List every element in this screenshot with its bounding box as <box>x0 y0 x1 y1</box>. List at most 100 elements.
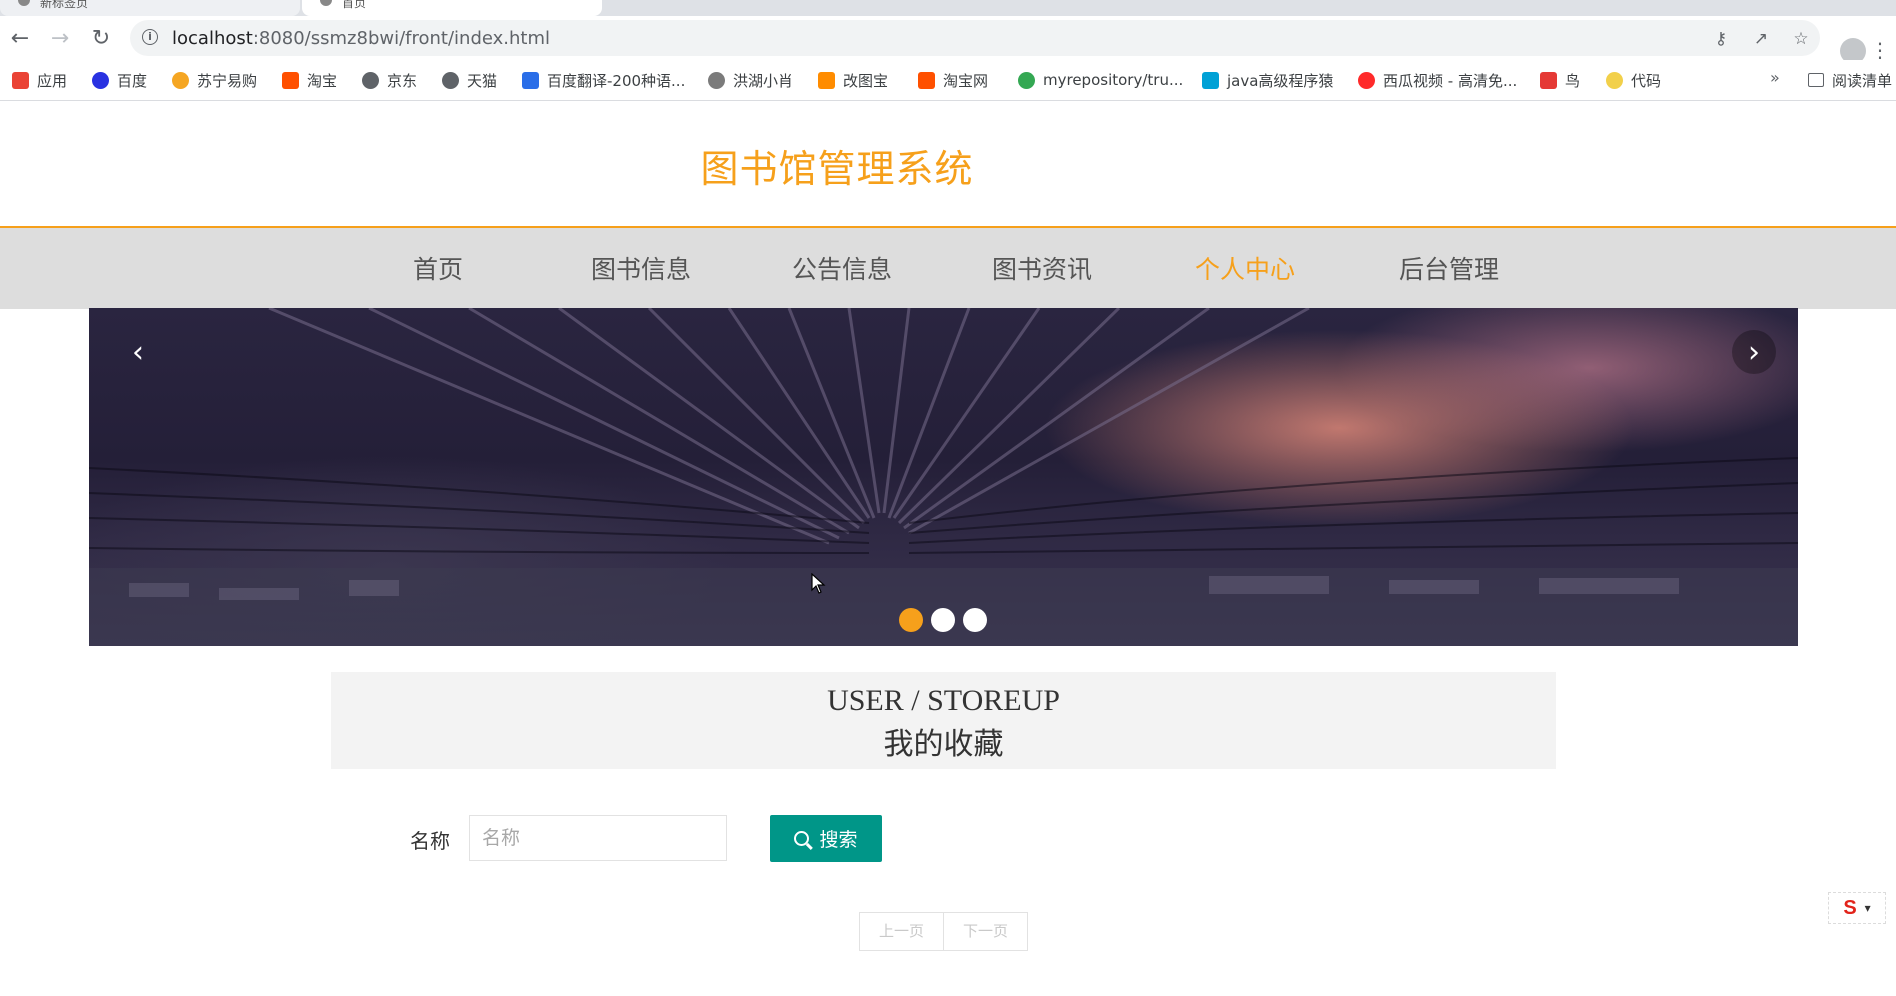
nav-item-personal-center[interactable]: 个人中心 <box>1195 250 1295 286</box>
key-icon[interactable]: ⚷ <box>1708 26 1734 52</box>
carousel-prev-button[interactable]: ‹ <box>116 330 160 374</box>
carousel-banner[interactable]: ‹ › <box>89 308 1798 646</box>
suning-lion-icon <box>172 71 189 89</box>
translate-icon <box>522 71 539 89</box>
browser-tab-strip: 新标签页 首页 <box>0 0 1896 16</box>
gaitubao-icon <box>818 71 835 89</box>
bookmark-item[interactable]: java高级程序猿 <box>1202 68 1333 92</box>
site-title-text: 图书馆管理系统 <box>700 147 974 191</box>
tab-favicon-icon <box>18 0 30 6</box>
bookmark-item[interactable]: 百度 <box>92 68 147 92</box>
bookmark-item[interactable]: 淘宝 <box>282 68 337 92</box>
bookmark-item[interactable]: 京东 <box>362 68 417 92</box>
browser-menu-icon[interactable]: ⋮ <box>1870 38 1890 62</box>
tab-title: 首页 <box>342 0 367 10</box>
bookmark-item[interactable]: 鸟 <box>1540 68 1580 92</box>
nav-item-notices[interactable]: 公告信息 <box>792 250 892 286</box>
section-header: USER / STOREUP 我的收藏 <box>331 672 1556 769</box>
reload-icon[interactable]: ↻ <box>85 22 117 54</box>
browser-toolbar: ← → ↻ i localhost:8080/ssmz8bwi/front/in… <box>0 16 1896 64</box>
bookmark-item[interactable]: 西瓜视频 - 高清免... <box>1358 68 1517 92</box>
bookmark-item[interactable]: 苏宁易购 <box>172 68 257 92</box>
carousel-indicators <box>899 608 987 632</box>
site-info-icon[interactable]: i <box>142 29 158 45</box>
share-icon[interactable]: ↗ <box>1748 26 1774 52</box>
forward-arrow-icon[interactable]: → <box>44 22 76 54</box>
tab-title: 新标签页 <box>40 0 89 10</box>
bookmark-label: 代码 <box>1631 71 1662 90</box>
bookmark-item[interactable]: 淘宝网 <box>918 68 988 92</box>
taobao-icon <box>918 71 935 89</box>
section-title-en: USER / STOREUP <box>827 684 1060 717</box>
site-title: 图书馆管理系统 <box>0 138 1896 193</box>
pagination: 上一页 下一页 <box>859 912 1028 951</box>
bookmark-label: 西瓜视频 - 高清免... <box>1383 71 1518 90</box>
address-bar[interactable]: i localhost:8080/ssmz8bwi/front/index.ht… <box>130 20 1820 56</box>
search-icon <box>794 831 810 846</box>
code-icon <box>1606 71 1623 89</box>
bookmark-label: 改图宝 <box>843 71 889 90</box>
bookmark-label: 百度翻译-200种语... <box>547 71 686 90</box>
reading-list-label: 阅读清单 <box>1832 71 1893 90</box>
bookmark-label: 应用 <box>37 71 68 90</box>
reading-list-icon <box>1808 73 1824 87</box>
globe-icon <box>362 71 379 89</box>
widget-chevron-icon: ▾ <box>1864 901 1871 915</box>
nav-item-home[interactable]: 首页 <box>413 250 463 286</box>
bookmarks-bar: 应用 百度 苏宁易购 淘宝 京东 天猫 百度翻译-200种语... 洪湖小肖 改… <box>0 60 1896 101</box>
bookmark-item[interactable]: 百度翻译-200种语... <box>522 68 685 92</box>
bookmark-label: 洪湖小肖 <box>733 71 794 90</box>
name-search-input[interactable] <box>469 815 727 861</box>
bee-icon <box>708 71 725 89</box>
bookmark-label: 淘宝 <box>307 71 338 90</box>
section-title-cn: 我的收藏 <box>883 727 1004 762</box>
carousel-dot[interactable] <box>899 608 923 632</box>
carousel-dot[interactable] <box>963 608 987 632</box>
nav-item-admin[interactable]: 后台管理 <box>1399 250 1499 286</box>
bookmark-label: 京东 <box>387 71 418 90</box>
open-book-image <box>89 308 1798 646</box>
url-host: localhost <box>172 28 253 49</box>
search-label: 名称 <box>410 829 450 853</box>
search-button[interactable]: 搜索 <box>770 815 882 862</box>
url-text[interactable]: localhost:8080/ssmz8bwi/front/index.html <box>172 28 550 49</box>
apps-grid-icon <box>12 71 29 89</box>
bookmark-label: 淘宝网 <box>943 71 989 90</box>
bookmark-label: 天猫 <box>467 71 498 90</box>
chrome-icon <box>1018 71 1035 89</box>
bookmark-item[interactable]: 天猫 <box>442 68 497 92</box>
bookmark-label: 百度 <box>117 71 148 90</box>
bookmark-item[interactable]: 代码 <box>1606 68 1661 92</box>
browser-tab-active[interactable]: 首页 <box>302 0 602 16</box>
prev-page-button[interactable]: 上一页 <box>860 913 943 950</box>
bookmark-label: java高级程序猿 <box>1227 71 1334 90</box>
carousel-next-button[interactable]: › <box>1732 330 1776 374</box>
bookmark-label: 苏宁易购 <box>197 71 258 90</box>
url-path: :8080/ssmz8bwi/front/index.html <box>252 28 551 49</box>
bookmark-item[interactable]: 应用 <box>12 68 67 92</box>
back-arrow-icon[interactable]: ← <box>4 22 36 54</box>
carousel-dot[interactable] <box>931 608 955 632</box>
search-button-label: 搜索 <box>819 829 858 851</box>
ime-float-widget[interactable]: S ▾ <box>1828 892 1886 924</box>
globe-icon <box>442 71 459 89</box>
nav-item-book-info[interactable]: 图书信息 <box>591 250 691 286</box>
bookmark-item[interactable]: 改图宝 <box>818 68 888 92</box>
bookmarks-more-button[interactable]: » <box>1770 68 1780 87</box>
baidu-paw-icon <box>92 71 109 89</box>
taobao-icon <box>282 71 299 89</box>
bilibili-icon <box>1202 71 1219 89</box>
main-nav: 首页 图书信息 公告信息 图书资讯 个人中心 后台管理 <box>0 226 1896 309</box>
bird-icon <box>1540 71 1557 89</box>
bookmark-item[interactable]: myrepository/tru... <box>1018 68 1183 92</box>
next-page-button[interactable]: 下一页 <box>943 913 1027 950</box>
browser-tab[interactable]: 新标签页 <box>0 0 300 16</box>
xigua-icon <box>1358 71 1375 89</box>
reading-list-button[interactable]: 阅读清单 <box>1808 68 1892 92</box>
bookmark-label: 鸟 <box>1565 71 1581 90</box>
bookmark-label: myrepository/tru... <box>1043 71 1184 89</box>
nav-item-book-news[interactable]: 图书资讯 <box>992 250 1092 286</box>
tab-favicon-icon <box>320 0 332 6</box>
bookmark-star-icon[interactable]: ☆ <box>1788 26 1814 52</box>
bookmark-item[interactable]: 洪湖小肖 <box>708 68 793 92</box>
